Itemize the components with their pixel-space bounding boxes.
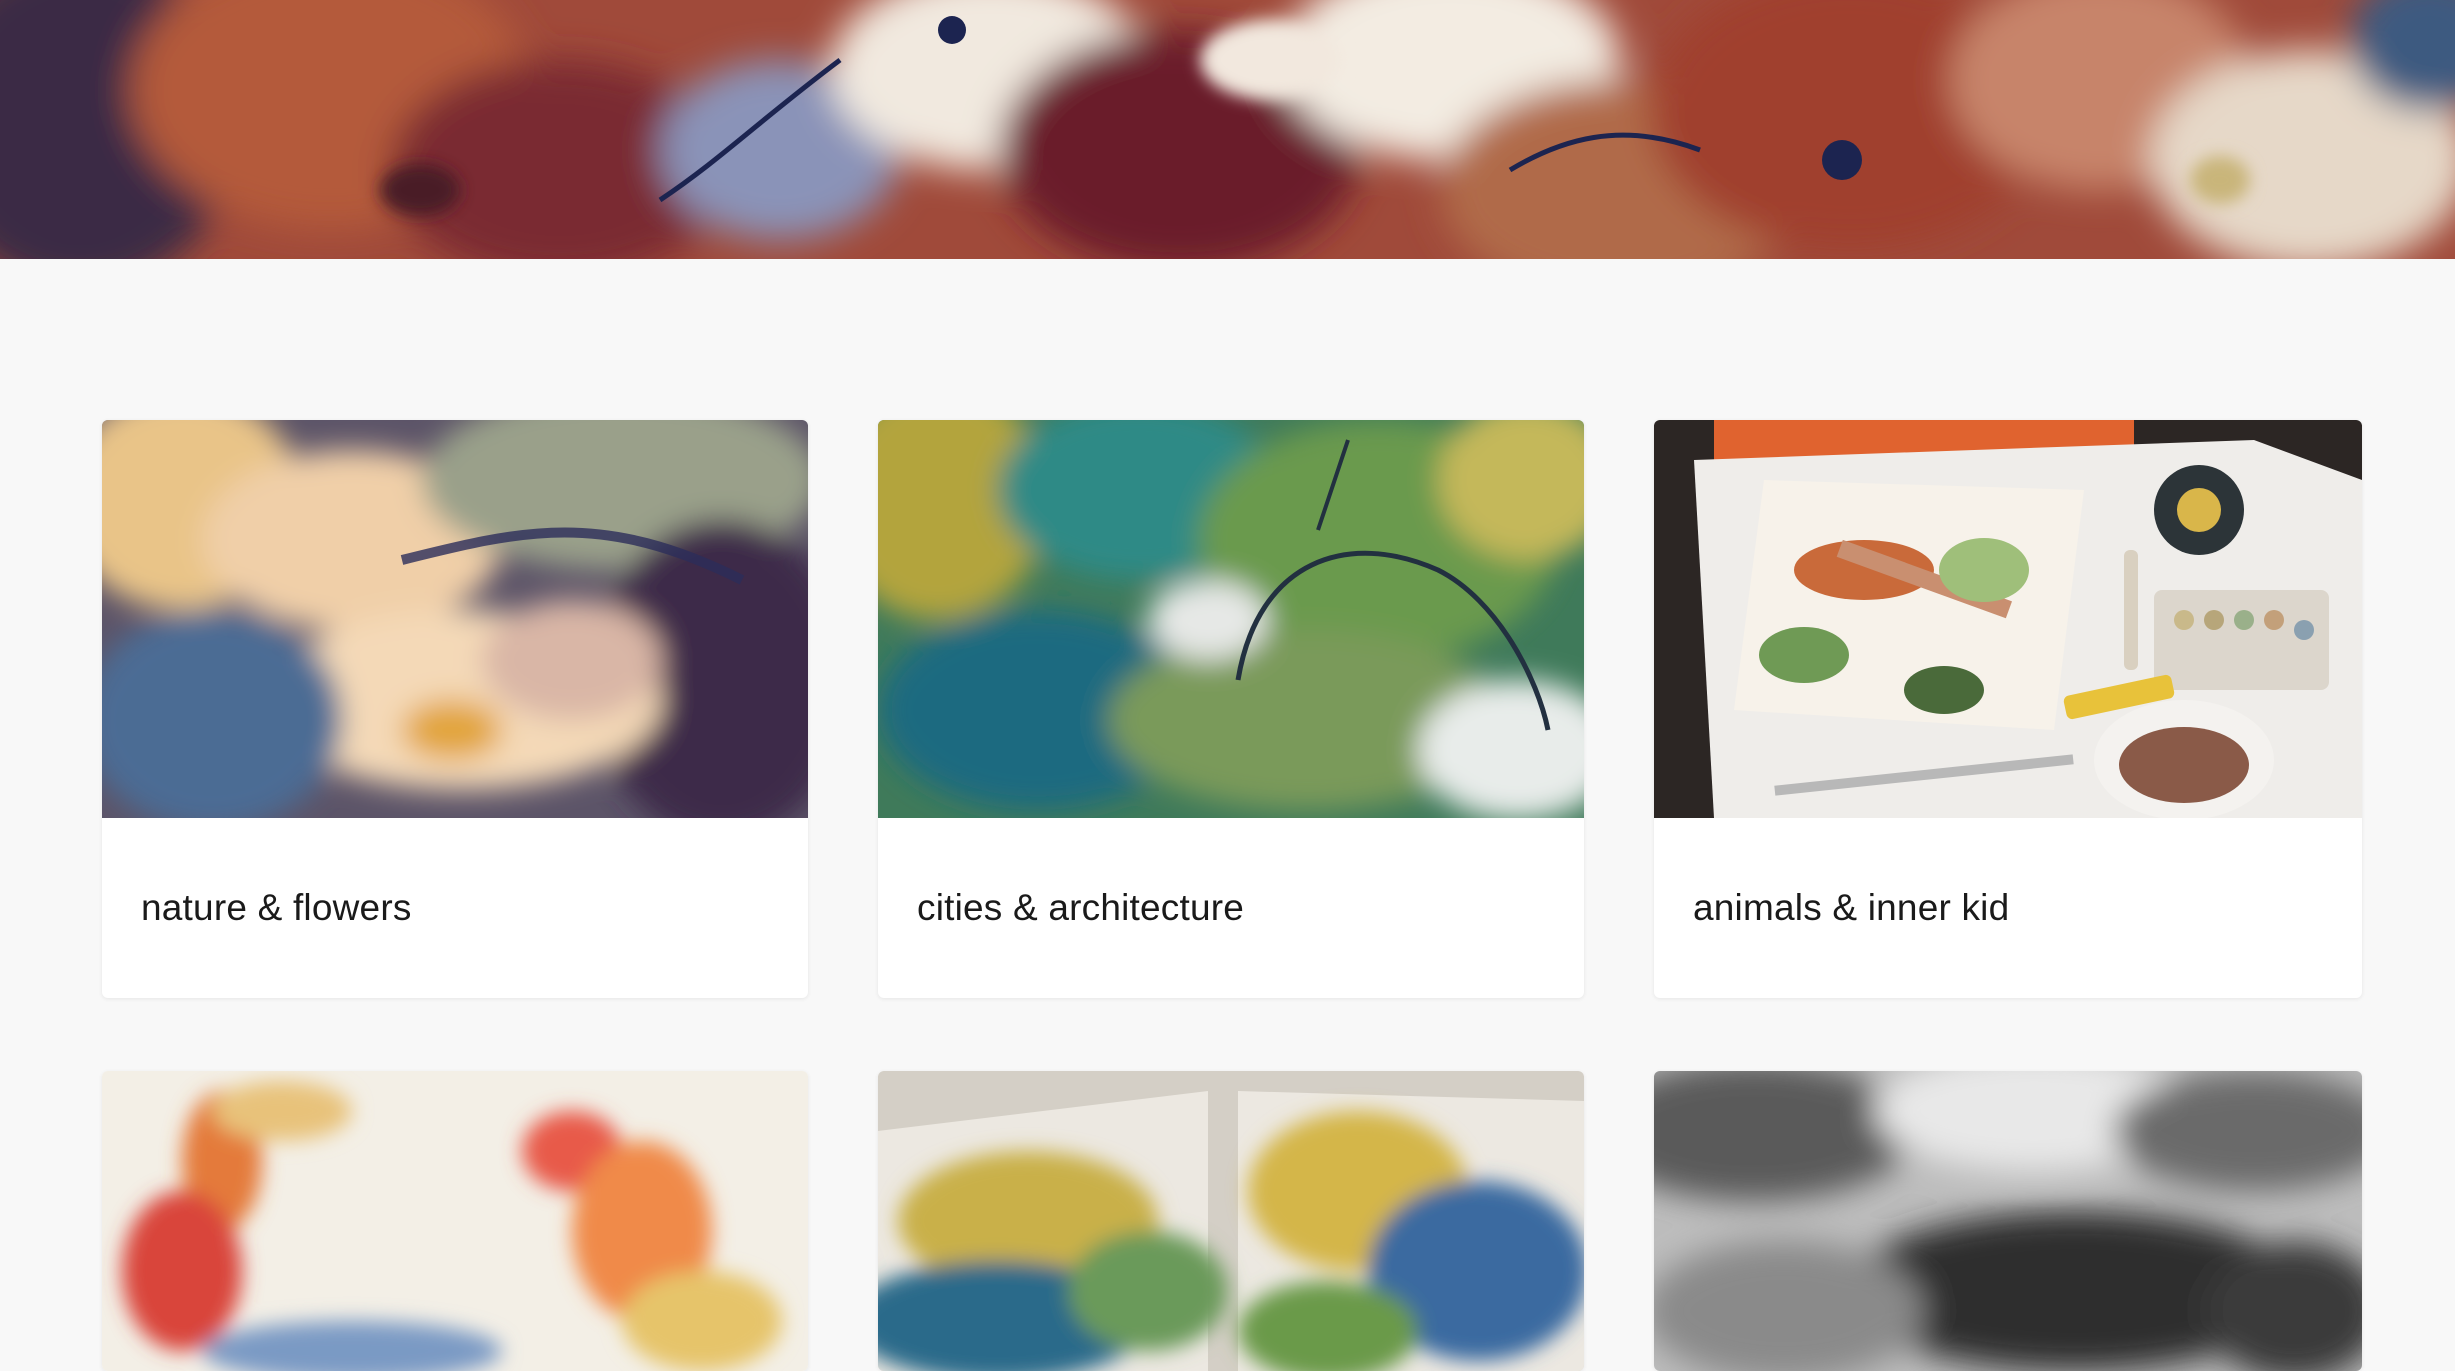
gallery-card-figures[interactable] [102, 1071, 808, 1371]
watercolor-flower-image[interactable] [102, 420, 808, 818]
gallery-card-nature-flowers[interactable]: nature & flowers [102, 420, 808, 998]
card-label[interactable]: nature & flowers [102, 818, 808, 998]
gallery-grid: nature & flowers cities & architecture a… [102, 420, 2363, 1371]
hero-banner-image [0, 0, 2455, 259]
fox-painting-desk-photo[interactable] [1654, 420, 2362, 818]
watercolor-city-image[interactable] [878, 420, 1584, 818]
card-label[interactable]: cities & architecture [878, 818, 1584, 998]
gallery-card-charcoal[interactable] [1654, 1071, 2362, 1371]
card-label[interactable]: animals & inner kid [1654, 818, 2362, 998]
charcoal-drawing-image[interactable] [1654, 1071, 2362, 1371]
watercolor-figures-image[interactable] [102, 1071, 808, 1371]
gallery-card-animals-inner-kid[interactable]: animals & inner kid [1654, 420, 2362, 998]
gallery-card-cities-architecture[interactable]: cities & architecture [878, 420, 1584, 998]
watercolor-landscape-sketchbook-image[interactable] [878, 1071, 1584, 1371]
gallery-card-landscape-sketchbook[interactable] [878, 1071, 1584, 1371]
